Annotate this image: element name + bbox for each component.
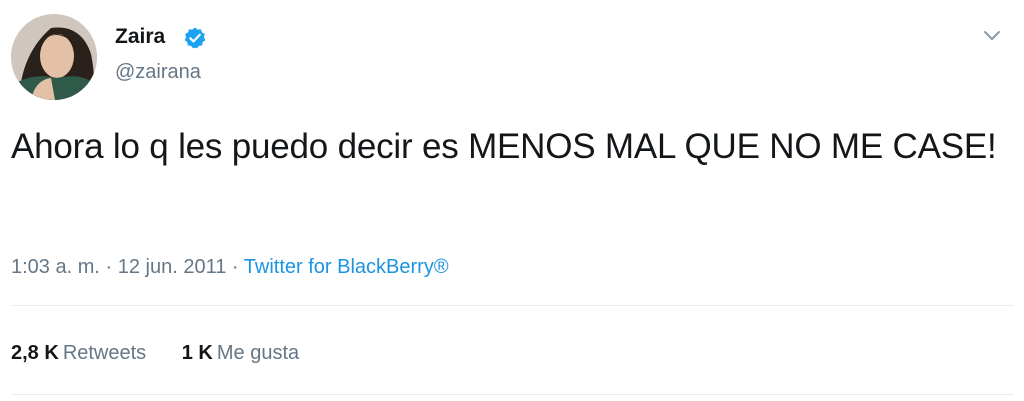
divider — [11, 394, 1014, 395]
tweet-source-link[interactable]: Twitter for BlackBerry® — [244, 256, 449, 278]
tweet-meta: 1:03 a. m. · 12 jun. 2011 · Twitter for … — [11, 254, 449, 280]
meta-separator: · — [231, 256, 239, 278]
divider — [11, 305, 1014, 306]
likes-count: 1 K — [181, 342, 213, 364]
tweet-date[interactable]: 12 jun. 2011 — [118, 256, 227, 278]
likes-label: Me gusta — [216, 342, 300, 364]
meta-separator: · — [105, 256, 113, 278]
tweet-time[interactable]: 1:03 a. m. — [11, 256, 100, 278]
tweet-stats: 2,8 K Retweets 1 K Me gusta — [11, 340, 329, 366]
verified-badge-icon — [184, 27, 206, 49]
display-name[interactable]: Zaira — [115, 24, 165, 50]
avatar-image — [11, 14, 97, 100]
retweets-label: Retweets — [62, 342, 147, 364]
retweets-count: 2,8 K — [11, 342, 59, 364]
avatar[interactable] — [11, 14, 97, 100]
tweet-menu-button[interactable] — [976, 22, 1008, 50]
retweets-stat[interactable]: 2,8 K Retweets — [11, 340, 146, 366]
likes-stat[interactable]: 1 K Me gusta — [182, 340, 299, 366]
chevron-down-icon — [984, 31, 1000, 40]
username[interactable]: @zairana — [115, 59, 201, 85]
tweet-text: Ahora lo q les puedo decir es MENOS MAL … — [11, 127, 997, 166]
